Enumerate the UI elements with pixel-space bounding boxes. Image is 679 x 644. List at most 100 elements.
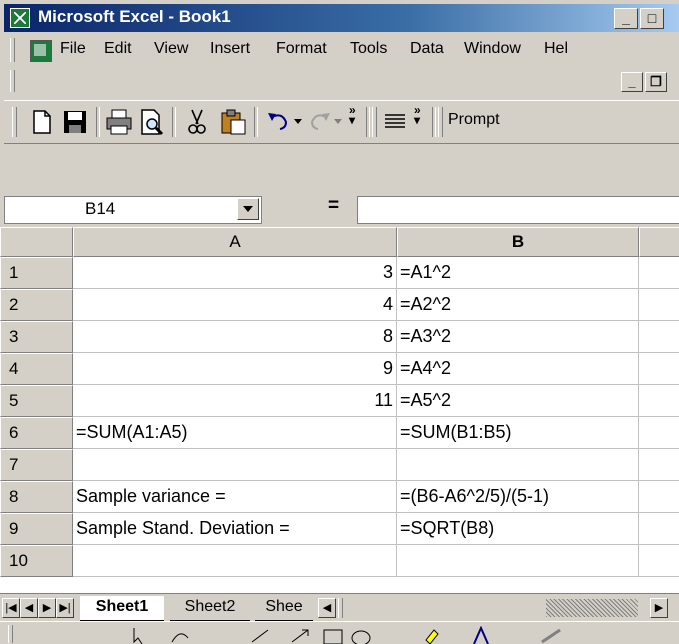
cell-c7[interactable]: [639, 449, 679, 481]
cell-c2[interactable]: [639, 289, 679, 321]
align-icon[interactable]: [380, 107, 410, 137]
more-buttons-icon[interactable]: » ▾: [349, 104, 356, 126]
cell-b8[interactable]: =(B6-A6^2/5)/(5-1): [397, 481, 639, 513]
redo-dropdown-icon[interactable]: [334, 119, 342, 124]
formatting-toolbar-grip[interactable]: [372, 107, 377, 137]
formula-input[interactable]: [357, 196, 679, 224]
row-header-3[interactable]: 3: [0, 321, 73, 353]
cell-b3[interactable]: =A3^2: [397, 321, 639, 353]
cell-c1[interactable]: [639, 257, 679, 289]
save-icon[interactable]: [60, 107, 90, 137]
sheet-tab-sheet2[interactable]: Sheet2: [170, 596, 250, 622]
menubar-grip-lower[interactable]: [10, 70, 15, 92]
workbook-minimize-button[interactable]: _: [621, 72, 643, 92]
arrow-icon[interactable]: [290, 628, 310, 644]
undo-dropdown-icon[interactable]: [294, 119, 302, 124]
new-icon[interactable]: [26, 107, 56, 137]
first-sheet-icon[interactable]: |◀: [2, 598, 20, 618]
line-icon[interactable]: [250, 628, 270, 644]
free-rotate-icon[interactable]: [170, 628, 190, 644]
redo-icon[interactable]: [304, 107, 334, 137]
cut-icon[interactable]: [182, 107, 212, 137]
row-header-7[interactable]: 7: [0, 449, 73, 481]
cell-c3[interactable]: [639, 321, 679, 353]
toolbar-grip[interactable]: [12, 107, 17, 137]
select-all-corner[interactable]: [0, 227, 73, 257]
undo-icon[interactable]: [264, 107, 294, 137]
line-color-icon[interactable]: [470, 626, 492, 644]
fill-color-icon[interactable]: [420, 626, 442, 644]
menu-file[interactable]: File: [60, 40, 86, 58]
menu-view[interactable]: View: [154, 40, 188, 58]
cell-b6[interactable]: =SUM(B1:B5): [397, 417, 639, 449]
scrollbar-thumb[interactable]: [546, 599, 638, 617]
cell-c10[interactable]: [639, 545, 679, 577]
column-header-b[interactable]: B: [397, 227, 639, 257]
column-header-a[interactable]: A: [73, 227, 397, 257]
cell-a2[interactable]: 4: [73, 289, 397, 321]
excel-app-icon[interactable]: [10, 8, 30, 28]
cell-a6[interactable]: =SUM(A1:A5): [73, 417, 397, 449]
row-header-9[interactable]: 9: [0, 513, 73, 545]
minimize-button[interactable]: _: [614, 8, 638, 29]
line-style-icon[interactable]: [540, 626, 562, 644]
cell-b5[interactable]: =A5^2: [397, 385, 639, 417]
print-preview-icon[interactable]: [136, 107, 166, 137]
row-header-1[interactable]: 1: [0, 257, 73, 289]
sheet-tab-sheet1[interactable]: Sheet1: [80, 596, 164, 622]
row-header-8[interactable]: 8: [0, 481, 73, 513]
cell-c8[interactable]: [639, 481, 679, 513]
prev-sheet-icon[interactable]: ◀: [20, 598, 38, 618]
cell-b7[interactable]: [397, 449, 639, 481]
menu-help[interactable]: Hel: [544, 40, 568, 58]
row-header-2[interactable]: 2: [0, 289, 73, 321]
cell-b9[interactable]: =SQRT(B8): [397, 513, 639, 545]
cell-c5[interactable]: [639, 385, 679, 417]
cell-a4[interactable]: 9: [73, 353, 397, 385]
row-header-10[interactable]: 10: [0, 545, 73, 577]
prompt-toolbar-grip[interactable]: [438, 107, 443, 137]
cell-c6[interactable]: [639, 417, 679, 449]
prompt-button[interactable]: Prompt: [448, 111, 500, 129]
workbook-control-icon[interactable]: [30, 40, 52, 62]
menubar-grip[interactable]: [10, 38, 15, 62]
cell-a10[interactable]: [73, 545, 397, 577]
cell-b1[interactable]: =A1^2: [397, 257, 639, 289]
menu-edit[interactable]: Edit: [104, 40, 132, 58]
print-icon[interactable]: [104, 107, 134, 137]
menu-tools[interactable]: Tools: [350, 40, 387, 58]
menu-format[interactable]: Format: [276, 40, 327, 58]
title-bar[interactable]: Microsoft Excel - Book1 _ □: [4, 4, 679, 32]
maximize-button[interactable]: □: [640, 8, 664, 29]
cell-a9[interactable]: Sample Stand. Deviation =: [73, 513, 397, 545]
select-objects-icon[interactable]: [130, 628, 150, 644]
menu-data[interactable]: Data: [410, 40, 444, 58]
cell-b2[interactable]: =A2^2: [397, 289, 639, 321]
scroll-right-icon[interactable]: ▶: [650, 598, 668, 618]
menu-insert[interactable]: Insert: [210, 40, 250, 58]
cell-c9[interactable]: [639, 513, 679, 545]
tab-split-handle[interactable]: [338, 598, 343, 618]
rectangle-icon[interactable]: [322, 626, 344, 644]
cell-b10[interactable]: [397, 545, 639, 577]
cell-a3[interactable]: 8: [73, 321, 397, 353]
menu-window[interactable]: Window: [464, 40, 521, 58]
cell-a8[interactable]: Sample variance =: [73, 481, 397, 513]
drawing-toolbar-grip[interactable]: [8, 625, 13, 643]
row-header-4[interactable]: 4: [0, 353, 73, 385]
row-header-6[interactable]: 6: [0, 417, 73, 449]
cell-a5[interactable]: 11: [73, 385, 397, 417]
cell-b4[interactable]: =A4^2: [397, 353, 639, 385]
tab-scroll-left-icon[interactable]: ◀: [318, 598, 336, 618]
next-sheet-icon[interactable]: ▶: [38, 598, 56, 618]
equals-sign[interactable]: =: [328, 195, 339, 217]
more-buttons-icon[interactable]: » ▾: [414, 104, 421, 126]
cell-c4[interactable]: [639, 353, 679, 385]
cell-a7[interactable]: [73, 449, 397, 481]
horizontal-scrollbar[interactable]: ▶: [468, 598, 668, 618]
chevron-down-icon[interactable]: [237, 198, 259, 220]
cell-a1[interactable]: 3: [73, 257, 397, 289]
row-header-5[interactable]: 5: [0, 385, 73, 417]
column-header-c[interactable]: [639, 227, 679, 257]
sheet-tab-sheet3[interactable]: Shee: [255, 596, 313, 622]
